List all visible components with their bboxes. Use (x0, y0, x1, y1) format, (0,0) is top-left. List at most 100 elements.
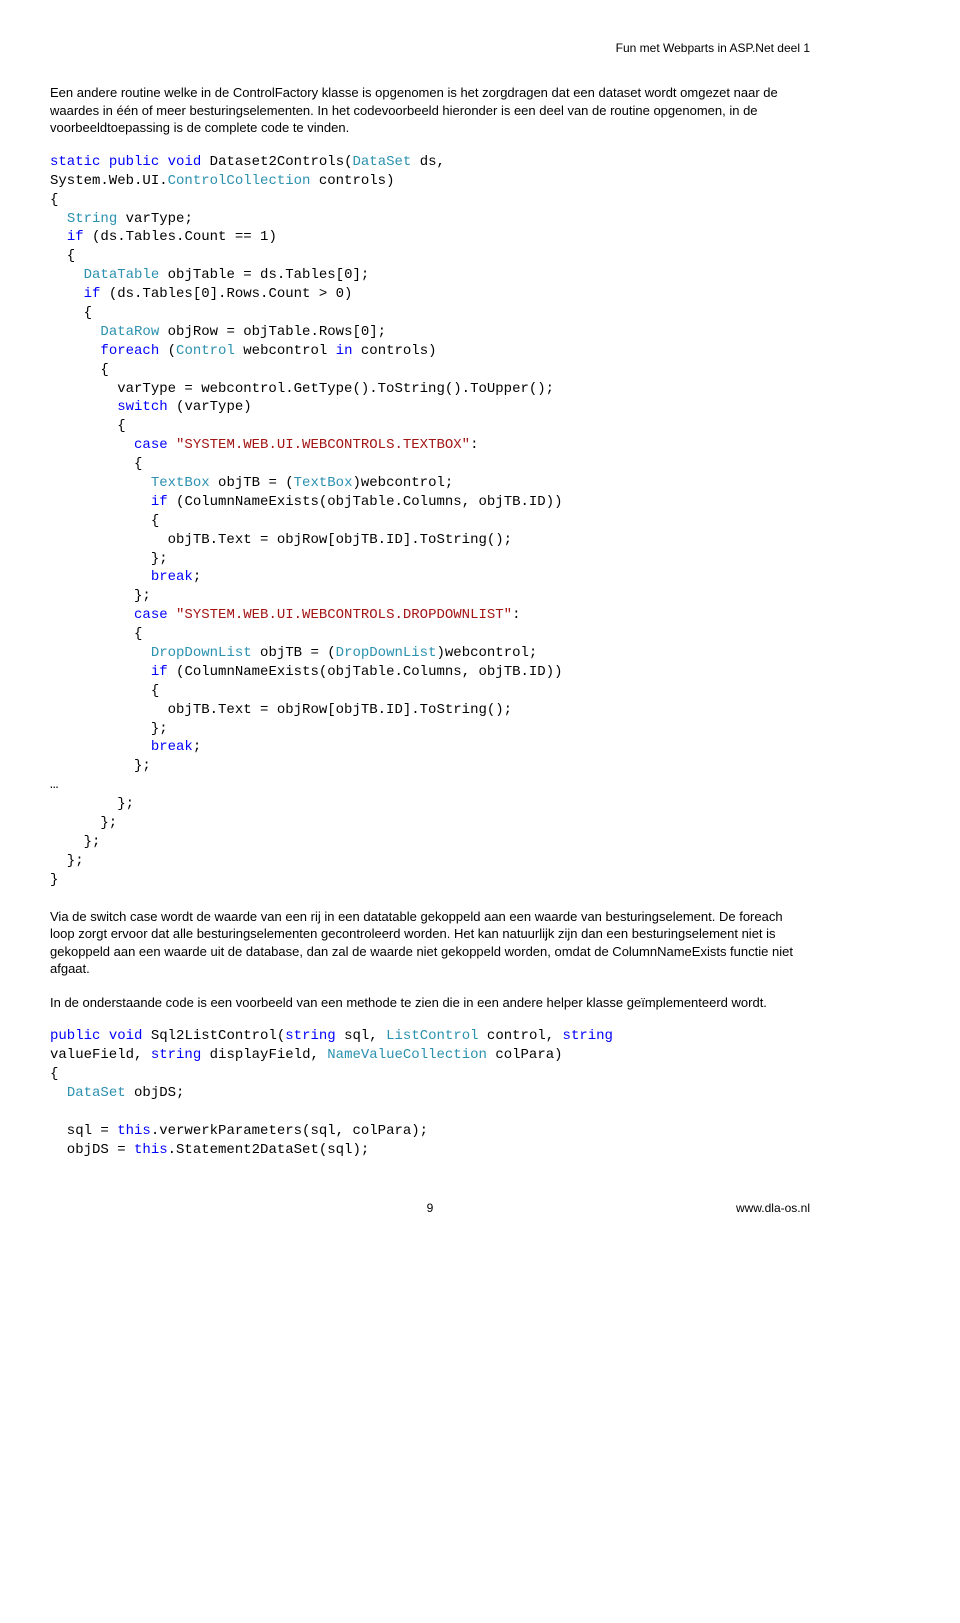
code-token: objTB = ( (252, 645, 336, 661)
code-token: { (50, 683, 159, 699)
code-token: String (67, 211, 117, 227)
code-token: "SYSTEM.WEB.UI.WEBCONTROLS.TEXTBOX" (176, 437, 470, 453)
code-token: control, (479, 1028, 563, 1044)
code-token: objDS; (126, 1085, 185, 1101)
code-token: static (50, 154, 100, 170)
code-token: }; (50, 834, 100, 850)
code-token: webcontrol (235, 343, 336, 359)
code-token: : (470, 437, 478, 453)
code-token: }; (50, 796, 134, 812)
code-token: if (84, 286, 101, 302)
code-token: ListControl (386, 1028, 478, 1044)
code-token: (ColumnNameExists(objTable.Columns, objT… (168, 494, 563, 510)
code-block-2: public void Sql2ListControl(string sql, … (50, 1027, 810, 1159)
page-footer: 9 www.dla-os.nl (50, 1200, 810, 1216)
code-token: }; (50, 815, 117, 831)
code-token: ds, (411, 154, 445, 170)
code-token: public (109, 154, 159, 170)
code-token: foreach (100, 343, 159, 359)
code-token: }; (50, 758, 151, 774)
paragraph-switch: Via de switch case wordt de waarde van e… (50, 908, 810, 978)
code-token: (ColumnNameExists(objTable.Columns, objT… (168, 664, 563, 680)
code-token: in (336, 343, 353, 359)
code-token: objRow = objTable.Rows[0]; (159, 324, 386, 340)
code-token: if (67, 229, 84, 245)
code-token: case (134, 607, 168, 623)
code-token: switch (117, 399, 167, 415)
code-token: DataTable (84, 267, 160, 283)
code-token: ; (193, 569, 201, 585)
code-token: Dataset2Controls( (201, 154, 352, 170)
code-token: TextBox (151, 475, 210, 491)
code-token: displayField, (201, 1047, 327, 1063)
code-token: valueField, (50, 1047, 151, 1063)
code-token: .Statement2DataSet(sql); (168, 1142, 370, 1158)
code-token: System.Web.UI. (50, 173, 168, 189)
code-token: objTB.Text = objRow[objTB.ID].ToString()… (50, 532, 512, 548)
code-token: }; (50, 721, 168, 737)
code-token: objTable = ds.Tables[0]; (159, 267, 369, 283)
code-token: case (134, 437, 168, 453)
code-token: sql = (50, 1123, 117, 1139)
code-token: (ds.Tables[0].Rows.Count > 0) (100, 286, 352, 302)
code-token: controls) (310, 173, 394, 189)
code-token: if (151, 494, 168, 510)
code-token: string (563, 1028, 613, 1044)
code-token: public (50, 1028, 100, 1044)
code-token: DataRow (100, 324, 159, 340)
code-token: (varType) (168, 399, 252, 415)
code-token: DropDownList (151, 645, 252, 661)
code-token: { (50, 626, 142, 642)
paragraph-intro: Een andere routine welke in de ControlFa… (50, 84, 810, 137)
code-token: objTB = ( (210, 475, 294, 491)
code-token: colPara) (487, 1047, 563, 1063)
code-token: sql, (336, 1028, 386, 1044)
code-token: string (151, 1047, 201, 1063)
code-token: this (134, 1142, 168, 1158)
code-token: : (512, 607, 520, 623)
code-token: if (151, 664, 168, 680)
code-token: { (50, 1066, 58, 1082)
code-token: NameValueCollection (327, 1047, 487, 1063)
code-token: { (50, 456, 142, 472)
code-token: { (50, 192, 58, 208)
code-token: { (50, 418, 126, 434)
code-token: break (151, 739, 193, 755)
code-token: controls) (353, 343, 437, 359)
code-token: )webcontrol; (352, 475, 453, 491)
header-title: Fun met Webparts in ASP.Net deel 1 (616, 41, 810, 55)
code-token: { (50, 513, 159, 529)
code-token: void (109, 1028, 143, 1044)
code-token: { (50, 248, 75, 264)
code-token: varType; (117, 211, 193, 227)
code-token: }; (50, 588, 151, 604)
code-token: .verwerkParameters(sql, colPara); (151, 1123, 428, 1139)
page-header: Fun met Webparts in ASP.Net deel 1 (50, 40, 810, 56)
code-token: this (117, 1123, 151, 1139)
code-token: ( (159, 343, 176, 359)
code-token: }; (50, 853, 84, 869)
code-token: ; (193, 739, 201, 755)
page-number: 9 (303, 1200, 556, 1216)
code-token: TextBox (294, 475, 353, 491)
code-token: (ds.Tables.Count == 1) (84, 229, 277, 245)
code-token: DataSet (67, 1085, 126, 1101)
code-token: Sql2ListControl( (142, 1028, 285, 1044)
code-token: DataSet (353, 154, 412, 170)
paragraph-helper: In de onderstaande code is een voorbeeld… (50, 994, 810, 1012)
code-token: "SYSTEM.WEB.UI.WEBCONTROLS.DROPDOWNLIST" (176, 607, 512, 623)
code-token: }; (50, 551, 168, 567)
code-token: … (50, 777, 58, 793)
code-token: { (50, 305, 92, 321)
code-token: varType = webcontrol.GetType().ToString(… (50, 381, 554, 397)
code-token: ControlCollection (168, 173, 311, 189)
footer-url: www.dla-os.nl (557, 1200, 810, 1216)
code-block-1: static public void Dataset2Controls(Data… (50, 153, 810, 890)
code-token: void (168, 154, 202, 170)
code-token: break (151, 569, 193, 585)
code-token: )webcontrol; (437, 645, 538, 661)
code-token: objDS = (50, 1142, 134, 1158)
code-token: Control (176, 343, 235, 359)
code-token: objTB.Text = objRow[objTB.ID].ToString()… (50, 702, 512, 718)
code-token: { (50, 362, 109, 378)
